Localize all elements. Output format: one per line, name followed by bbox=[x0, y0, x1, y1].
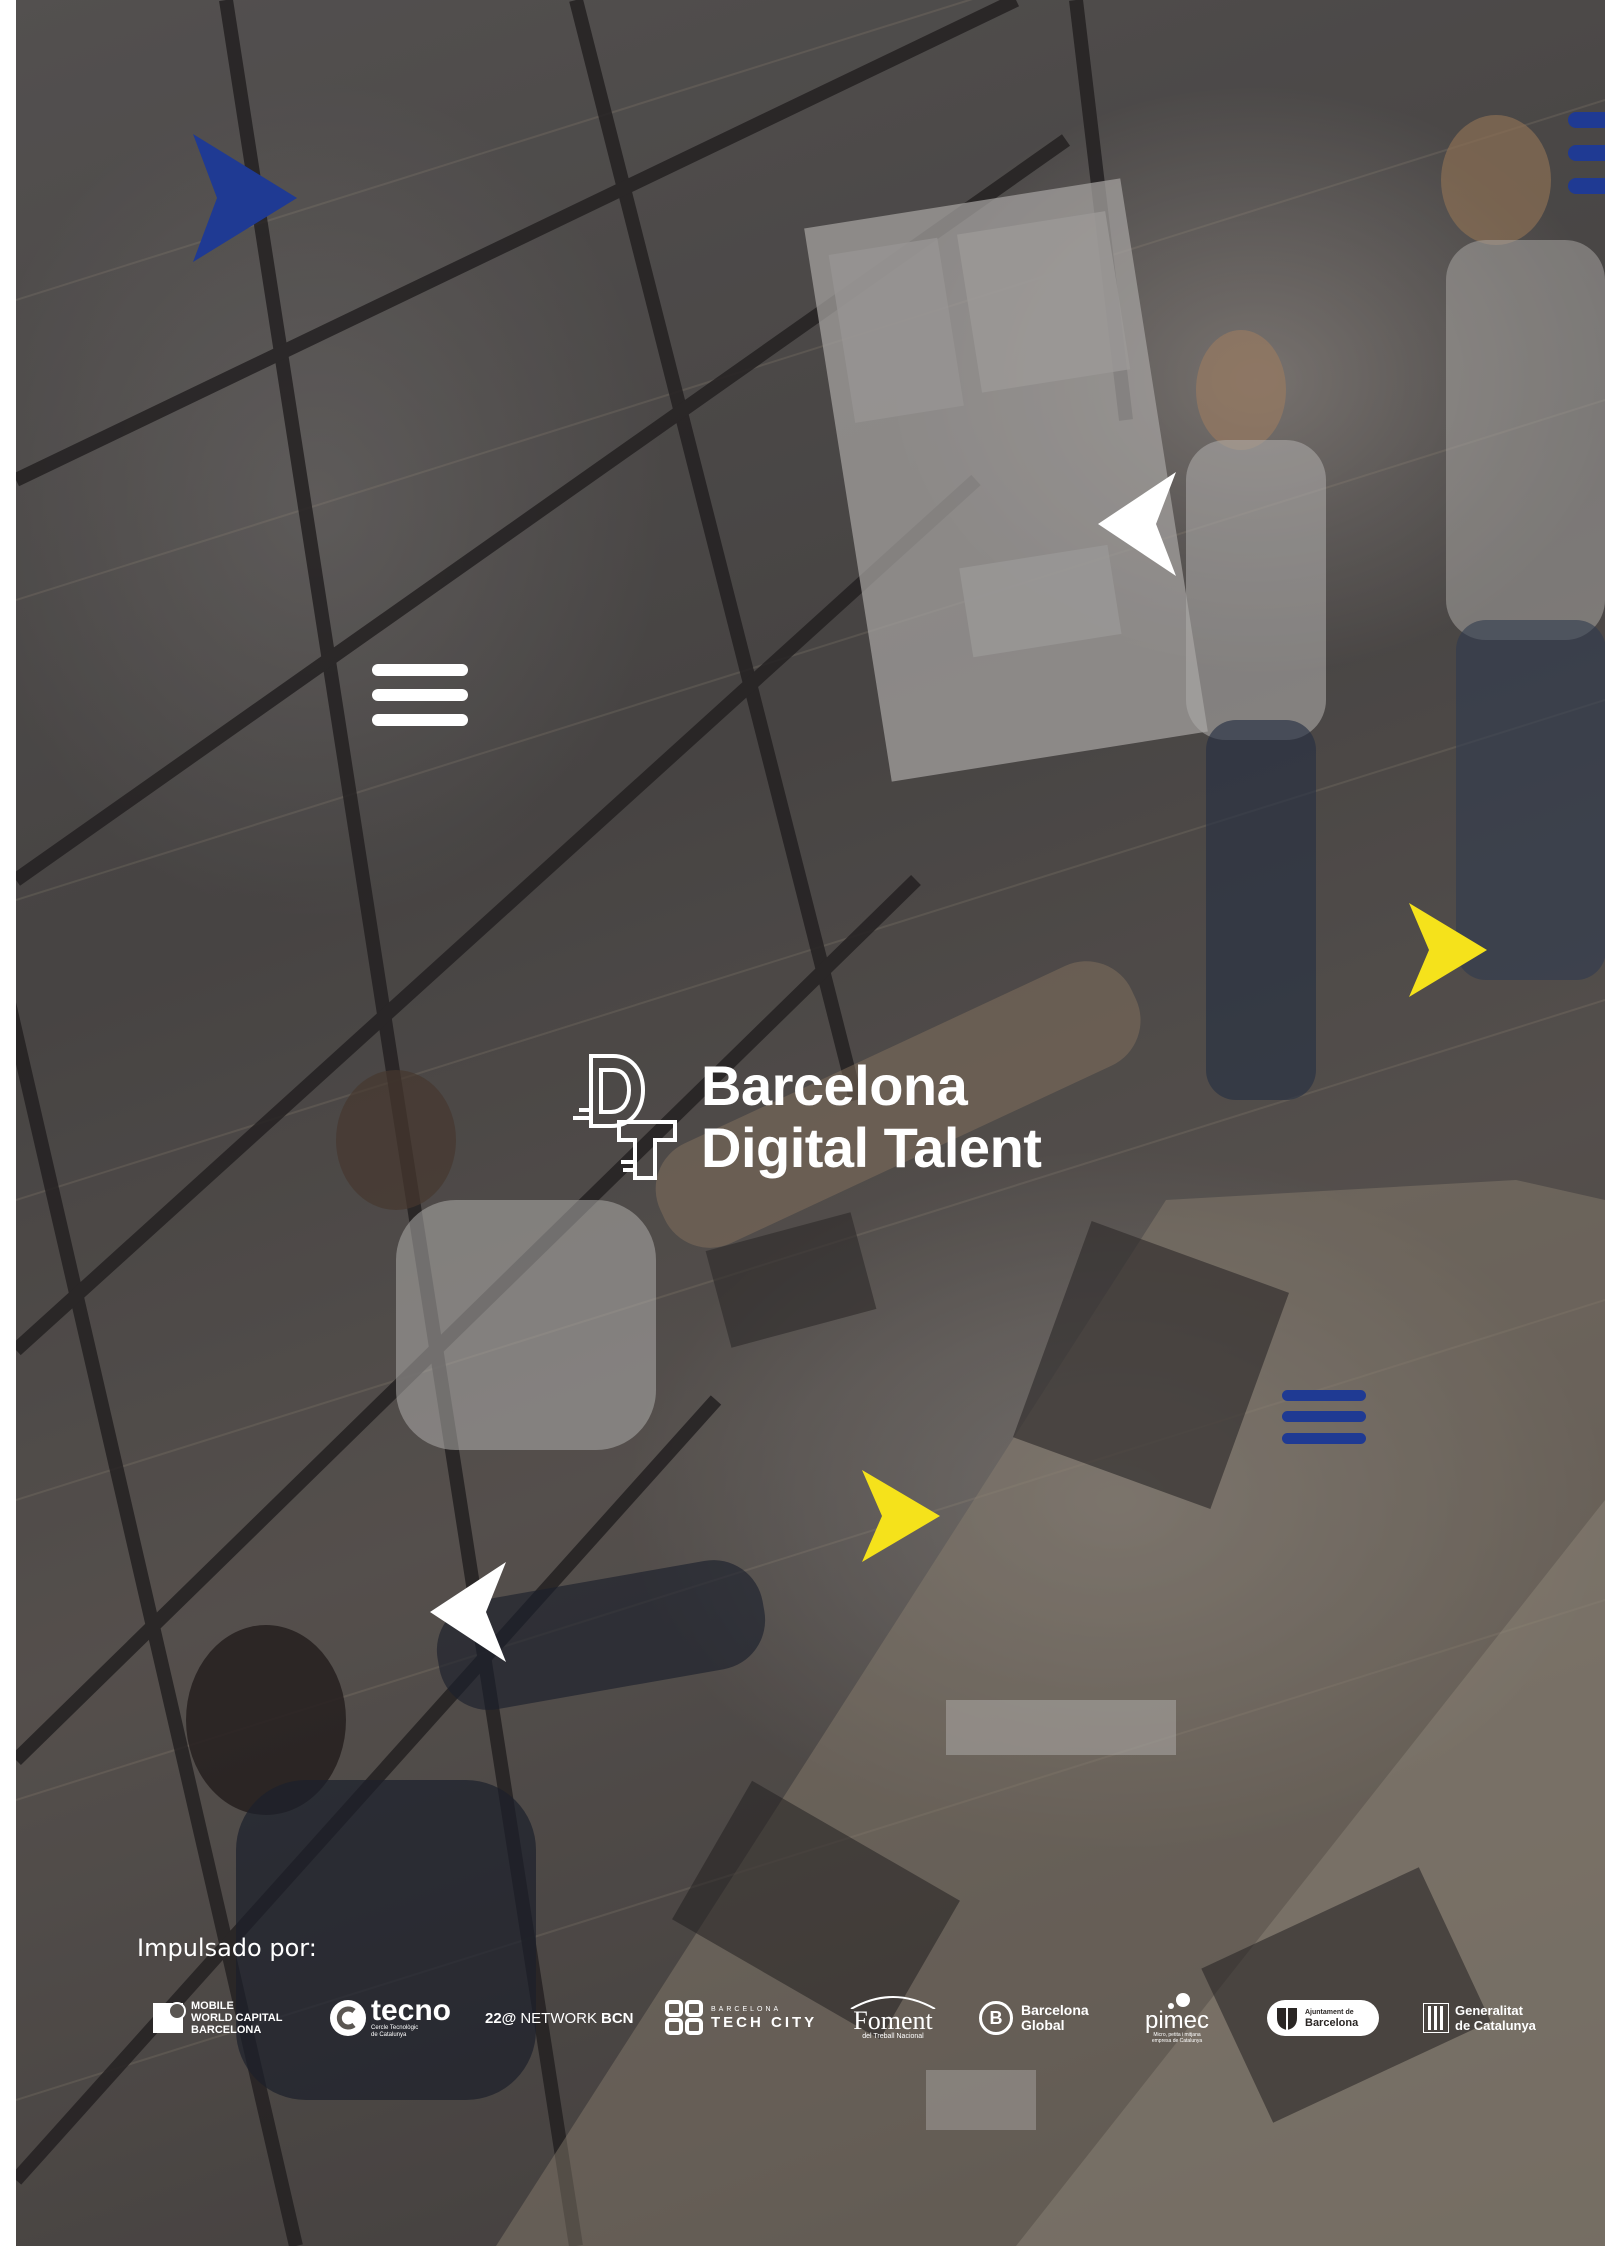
brand-title-line2: Digital Talent bbox=[701, 1116, 1042, 1179]
generalitat-stripes-icon bbox=[1423, 2003, 1449, 2033]
partner-subtitle: empresa de Catalunya bbox=[1151, 2038, 1203, 2044]
partner-name: NETWORK bbox=[520, 2009, 597, 2027]
partner-name: pimec bbox=[1145, 2007, 1210, 2034]
chevron-right-yellow-icon bbox=[862, 1470, 940, 1562]
chevron-left-white-icon bbox=[430, 1562, 506, 1662]
partner-logos: MOBILE WORLD CAPITAL BARCELONA tecno Cer… bbox=[137, 1988, 1557, 2048]
tecno-logo-icon bbox=[330, 2000, 366, 2036]
partner-subtitle: del Treball Nacional bbox=[862, 2033, 924, 2040]
partner-ajuntament-barcelona: Ajuntament de Barcelona bbox=[1267, 1988, 1379, 2048]
menu-lines-blue-icon bbox=[1568, 112, 1605, 194]
partner-name: WORLD CAPITAL bbox=[191, 2012, 283, 2024]
partner-foment: Foment del Treball Nacional bbox=[847, 1988, 939, 2048]
partner-name: Barcelona bbox=[1305, 2016, 1359, 2029]
partner-name: Foment bbox=[853, 2006, 933, 2035]
partner-barcelona-tech-city: BARCELONA TECH CITY bbox=[665, 1988, 817, 2048]
partner-tecno: tecno Cercle Tecnològic de Catalunya bbox=[329, 1988, 451, 2048]
mwc-logo-icon bbox=[153, 2002, 186, 2033]
partner-generalitat-catalunya: Generalitat de Catalunya bbox=[1423, 1988, 1536, 2048]
partner-name: Barcelona bbox=[1021, 2002, 1089, 2018]
partner-pimec: pimec Micro, petita i mitjana empresa de… bbox=[1145, 1988, 1209, 2048]
brand-logo: Barcelona Digital Talent bbox=[569, 1052, 1042, 1182]
menu-lines-blue-icon bbox=[1282, 1390, 1366, 1444]
partner-name: de Catalunya bbox=[1455, 2018, 1536, 2033]
partner-name: MOBILE bbox=[191, 2000, 234, 2012]
brand-title: Barcelona Digital Talent bbox=[701, 1054, 1042, 1179]
chevron-left-white-icon bbox=[1098, 472, 1176, 576]
brand-title-line1: Barcelona bbox=[701, 1054, 968, 1117]
partner-name: tecno bbox=[371, 1994, 452, 2027]
partner-name: Global bbox=[1021, 2017, 1065, 2033]
chevron-right-yellow-icon bbox=[1409, 903, 1487, 997]
ajuntament-shield-icon bbox=[1277, 2008, 1297, 2030]
partner-mobile-world-capital: MOBILE WORLD CAPITAL BARCELONA bbox=[153, 1988, 282, 2048]
partner-name: BCN bbox=[600, 2009, 634, 2027]
tech-city-logo-icon bbox=[665, 2000, 703, 2035]
partner-name: 22@ bbox=[485, 2009, 517, 2027]
cover-page: Barcelona Digital Talent Impulsado por: … bbox=[16, 0, 1605, 2246]
dt-monogram-icon bbox=[573, 1054, 677, 1180]
menu-lines-white-icon bbox=[372, 664, 468, 726]
partner-subtitle: de Catalunya bbox=[371, 2032, 407, 2038]
partner-name: Ajuntament de bbox=[1305, 2008, 1354, 2016]
sponsors-label: Impulsado por: bbox=[137, 1934, 317, 1962]
barcelona-global-badge-icon: B bbox=[979, 2001, 1013, 2035]
partner-barcelona-global: B Barcelona Global bbox=[979, 1988, 1089, 2048]
partner-22-network-bcn: 22@ NETWORK BCN bbox=[485, 1988, 633, 2048]
partner-name: TECH CITY bbox=[711, 2014, 818, 2031]
chevron-right-blue-icon bbox=[193, 134, 297, 262]
partner-name: Generalitat bbox=[1455, 2003, 1523, 2018]
partner-name: BARCELONA bbox=[191, 2024, 262, 2036]
